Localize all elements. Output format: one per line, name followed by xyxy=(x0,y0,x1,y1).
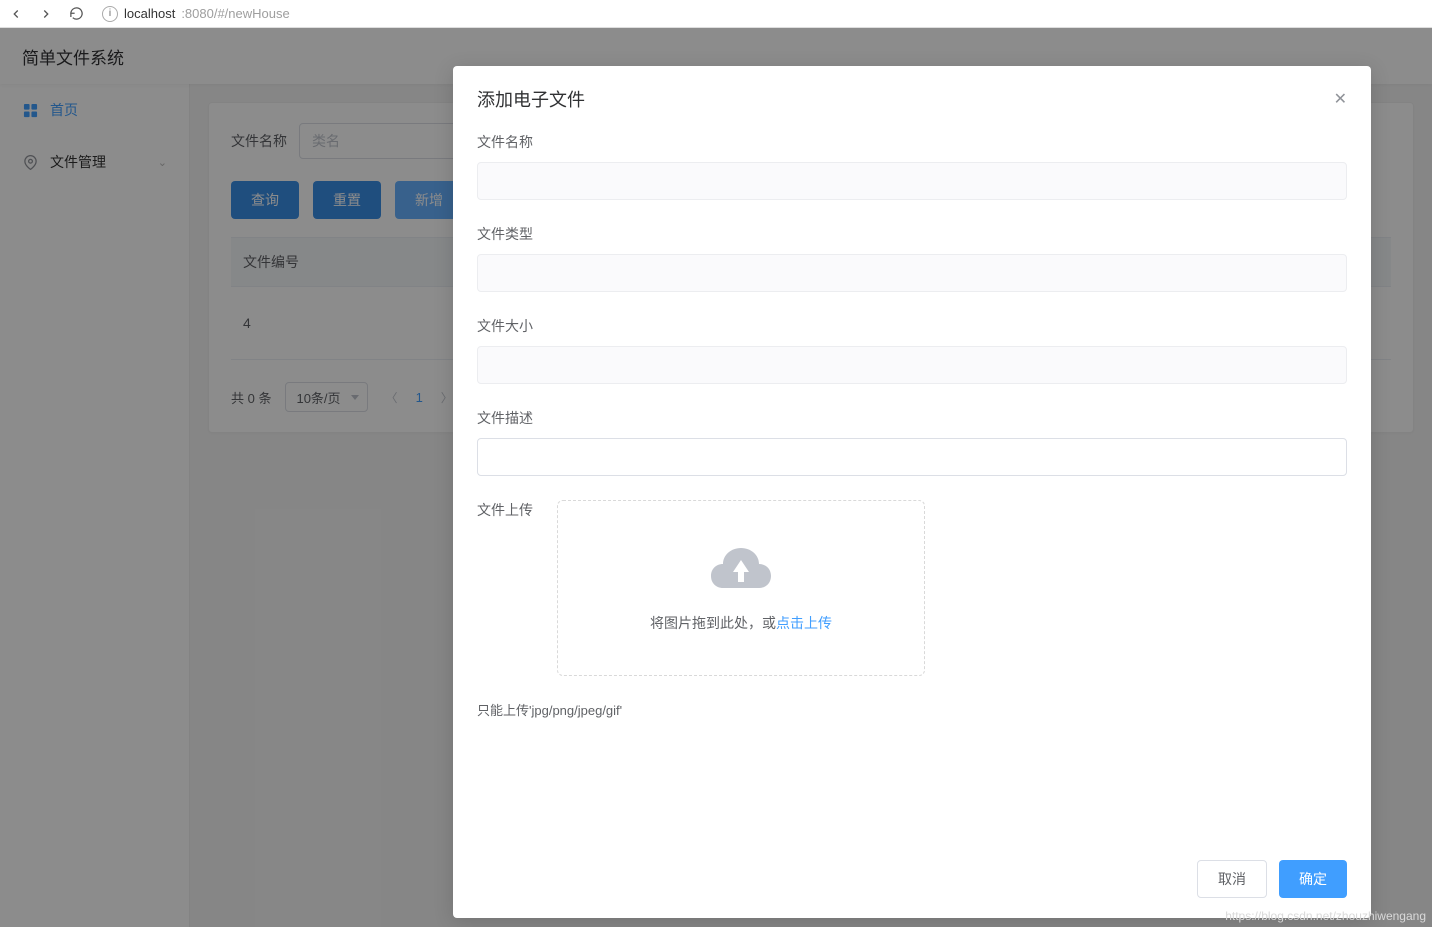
dialog-header: 添加电子文件 ✕ xyxy=(453,66,1371,124)
info-icon: i xyxy=(102,6,118,22)
label-file-name: 文件名称 xyxy=(477,132,1347,152)
cancel-button[interactable]: 取消 xyxy=(1197,860,1267,898)
upload-text: 将图片拖到此处，或点击上传 xyxy=(650,613,832,633)
upload-link[interactable]: 点击上传 xyxy=(776,615,832,631)
back-icon[interactable] xyxy=(8,6,24,22)
input-file-desc[interactable] xyxy=(477,438,1347,476)
label-file-size: 文件大小 xyxy=(477,316,1347,336)
upload-dropzone[interactable]: 将图片拖到此处，或点击上传 xyxy=(557,500,925,676)
input-file-size[interactable] xyxy=(477,346,1347,384)
label-file-upload: 文件上传 xyxy=(477,500,533,520)
input-file-name[interactable] xyxy=(477,162,1347,200)
input-file-type[interactable] xyxy=(477,254,1347,292)
add-file-dialog: 添加电子文件 ✕ 文件名称 文件类型 文件大小 文件描述 文件上传 xyxy=(453,66,1371,918)
app: 简单文件系统 首页 文件管理 ⌄ 文件名称 查询 重置 新增 文件编 xyxy=(0,28,1432,927)
dialog-title: 添加电子文件 xyxy=(477,86,585,112)
upload-icon xyxy=(709,544,773,595)
url-host: localhost xyxy=(124,6,175,21)
forward-icon[interactable] xyxy=(38,6,54,22)
address-bar[interactable]: i localhost :8080/#/newHouse xyxy=(98,6,1424,22)
label-file-type: 文件类型 xyxy=(477,224,1347,244)
upload-hint: 只能上传'jpg/png/jpeg/gif' xyxy=(477,700,1347,719)
dialog-footer: 取消 确定 xyxy=(453,844,1371,918)
close-icon[interactable]: ✕ xyxy=(1334,89,1347,109)
confirm-button[interactable]: 确定 xyxy=(1279,860,1347,898)
url-path: :8080/#/newHouse xyxy=(181,6,289,21)
reload-icon[interactable] xyxy=(68,6,84,22)
browser-chrome: i localhost :8080/#/newHouse xyxy=(0,0,1432,28)
dialog-body: 文件名称 文件类型 文件大小 文件描述 文件上传 xyxy=(453,124,1371,844)
label-file-desc: 文件描述 xyxy=(477,408,1347,428)
